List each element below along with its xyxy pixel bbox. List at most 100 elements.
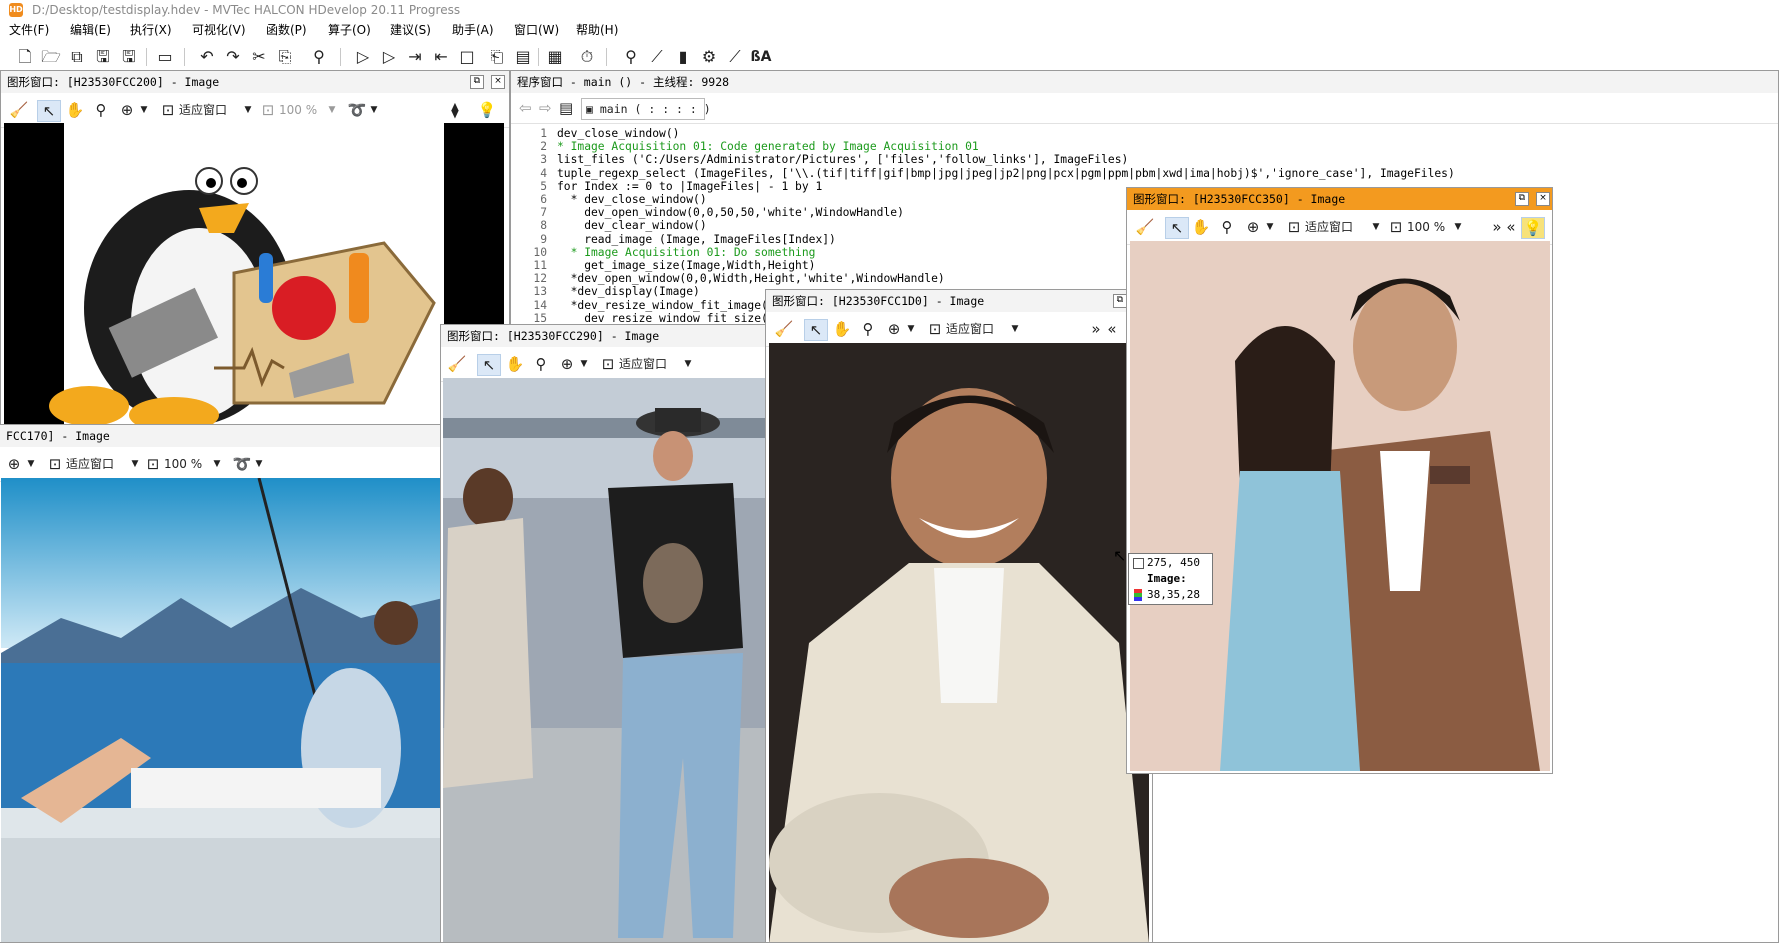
open-file-icon[interactable]: 🗁 <box>40 47 62 67</box>
pointer-icon[interactable]: ↖ <box>1165 217 1189 239</box>
feature-inspection-icon[interactable]: ⚙ <box>698 47 720 67</box>
chevron-down-icon[interactable]: ▼ <box>212 454 222 474</box>
pointer-icon[interactable]: ↖ <box>477 354 501 376</box>
clear-window-broom-icon[interactable]: 🧹 <box>774 319 794 339</box>
code-line[interactable]: 5 for Index := 0 to |ImageFiles| - 1 by … <box>511 180 822 193</box>
code-line[interactable]: 2 * Image Acquisition 01: Code generated… <box>511 140 979 153</box>
draw-mode-icon[interactable]: ➰ <box>232 454 252 474</box>
image-canvas[interactable] <box>1 478 443 942</box>
code-line[interactable]: 10 * Image Acquisition 01: Do something <box>511 246 815 259</box>
chevron-down-icon[interactable]: ▼ <box>1265 217 1275 237</box>
menu-suggestions[interactable]: 建议(S) <box>390 20 431 40</box>
zoom-icon[interactable]: ⚲ <box>1217 217 1237 237</box>
code-line[interactable]: 1 dev_close_window() <box>511 127 679 140</box>
menu-procedures[interactable]: 函数(P) <box>266 20 307 40</box>
menu-help[interactable]: 帮助(H) <box>576 20 618 40</box>
collapse-tools-icon[interactable]: « <box>1106 319 1118 339</box>
zoom-percent-icon[interactable]: ⊡ <box>144 454 162 474</box>
menu-assistants[interactable]: 助手(A) <box>452 20 494 40</box>
menu-window[interactable]: 窗口(W) <box>514 20 559 40</box>
move-hand-icon[interactable]: ✋ <box>832 319 852 339</box>
zoom-icon[interactable]: ⚲ <box>91 100 111 120</box>
image-canvas[interactable] <box>443 378 769 942</box>
menu-visualize[interactable]: 可视化(V) <box>192 20 246 40</box>
float-window-icon[interactable]: ⧉ <box>1112 294 1127 308</box>
chevron-down-icon[interactable]: ▼ <box>1453 217 1463 237</box>
collapse-tools-icon[interactable]: « <box>1505 217 1517 237</box>
fit-window-icon[interactable]: ⊡ <box>926 319 944 339</box>
chevron-down-icon[interactable]: ▼ <box>1010 319 1020 339</box>
menu-file[interactable]: 文件(F) <box>9 20 49 40</box>
menu-operators[interactable]: 算子(O) <box>328 20 371 40</box>
chevron-down-icon[interactable]: ▼ <box>1371 217 1381 237</box>
fit-window-label[interactable]: 适应窗口 <box>619 354 679 374</box>
more-tools-icon[interactable]: » <box>1090 319 1102 339</box>
more-tools-icon[interactable]: » <box>1491 217 1503 237</box>
float-window-icon[interactable]: ⧉ <box>469 75 484 89</box>
save-all-icon[interactable]: 🖫 <box>118 47 140 67</box>
pointer-icon[interactable]: ↖ <box>37 100 61 122</box>
zoom-percent-icon[interactable]: ⊡ <box>259 100 277 120</box>
code-line[interactable]: 12 *dev_open_window(0,0,Width,Height,'wh… <box>511 272 944 285</box>
stop-icon[interactable]: □ <box>456 47 478 67</box>
chevron-down-icon[interactable]: ▼ <box>906 319 916 339</box>
fit-window-label[interactable]: 适应窗口 <box>1305 217 1365 237</box>
zoom-in-icon[interactable]: ⊕ <box>557 354 577 374</box>
chevron-down-icon[interactable]: ▼ <box>26 454 36 474</box>
move-hand-icon[interactable]: ✋ <box>1191 217 1211 237</box>
camera-icon[interactable]: ▭ <box>154 47 176 67</box>
chevron-down-icon[interactable]: ▼ <box>579 354 589 374</box>
code-line[interactable]: 3 list_files ('C:/Users/Administrator/Pi… <box>511 153 1128 166</box>
new-file-icon[interactable]: 🗋 <box>14 47 36 67</box>
zoom-in-icon[interactable]: ⊕ <box>884 319 904 339</box>
histogram-icon[interactable]: ▮ <box>672 47 694 67</box>
fit-window-label[interactable]: 适应窗口 <box>946 319 1006 339</box>
zoom-in-icon[interactable]: ⊕ <box>1243 217 1263 237</box>
zoom-percent-label[interactable]: 100 % <box>279 100 319 120</box>
code-line[interactable]: 4 tuple_regexp_select (ImageFiles, ['\\.… <box>511 167 1455 180</box>
clear-window-broom-icon[interactable]: 🧹 <box>9 100 29 120</box>
line-profile-icon[interactable]: ⟋ <box>724 47 746 67</box>
forward-arrow-icon[interactable]: ⇨ <box>539 98 552 118</box>
ocr-font-icon[interactable]: ßA <box>750 47 772 67</box>
reset-all-icon[interactable]: ▤ <box>512 47 534 67</box>
fit-window-icon[interactable]: ⊡ <box>599 354 617 374</box>
reset-program-icon[interactable]: ⎗ <box>486 47 508 67</box>
float-window-icon[interactable]: ⧉ <box>1514 192 1529 206</box>
image-canvas[interactable] <box>769 343 1149 942</box>
draw-mode-icon[interactable]: ➰ <box>347 100 367 120</box>
open-examples-icon[interactable]: ⧉ <box>66 47 88 67</box>
close-window-icon[interactable]: × <box>491 75 505 89</box>
code-line[interactable]: 14 *dev_resize_window_fit_image(In <box>511 299 781 312</box>
chevron-down-icon[interactable]: ▼ <box>369 100 379 120</box>
chevron-down-icon[interactable]: ▼ <box>683 354 693 374</box>
find-binoculars-icon[interactable]: ⚲ <box>308 47 330 67</box>
zoom-percent-icon[interactable]: ⊡ <box>1387 217 1405 237</box>
clear-window-broom-icon[interactable]: 🧹 <box>1135 217 1155 237</box>
clear-window-broom-icon[interactable]: 🧹 <box>447 354 467 374</box>
chevron-down-icon[interactable]: ▼ <box>254 454 264 474</box>
code-line[interactable]: 9 read_image (Image, ImageFiles[Index]) <box>511 233 836 246</box>
zoom-in-icon[interactable]: ⊕ <box>4 454 24 474</box>
move-hand-icon[interactable]: ✋ <box>65 100 85 120</box>
undo-icon[interactable]: ↶ <box>196 47 218 67</box>
chevron-down-icon[interactable]: ▼ <box>243 100 253 120</box>
gray-histogram-icon[interactable]: ⟋ <box>646 47 668 67</box>
close-window-icon[interactable]: × <box>1536 192 1550 206</box>
lightbulb-icon[interactable]: 💡 <box>1521 217 1545 239</box>
pointer-icon[interactable]: ↖ <box>804 319 828 341</box>
layers-icon[interactable]: ⧫ <box>445 100 465 120</box>
code-line[interactable]: 13 *dev_display(Image) <box>511 285 699 298</box>
step-out-icon[interactable]: ⇤ <box>430 47 452 67</box>
move-hand-icon[interactable]: ✋ <box>505 354 525 374</box>
zoom-in-icon[interactable]: ⊕ <box>117 100 137 120</box>
fit-window-icon[interactable]: ⊡ <box>159 100 177 120</box>
code-line[interactable]: 11 get_image_size(Image,Width,Height) <box>511 259 815 272</box>
lightbulb-icon[interactable]: 💡 <box>477 100 497 120</box>
fit-window-icon[interactable]: ⊡ <box>1285 217 1303 237</box>
back-arrow-icon[interactable]: ⇦ <box>519 98 532 118</box>
redo-icon[interactable]: ↷ <box>222 47 244 67</box>
step-over-icon[interactable]: ▷ <box>378 47 400 67</box>
image-info-icon[interactable]: ▦ <box>544 47 566 67</box>
zoom-percent-label[interactable]: 100 % <box>1407 217 1447 237</box>
